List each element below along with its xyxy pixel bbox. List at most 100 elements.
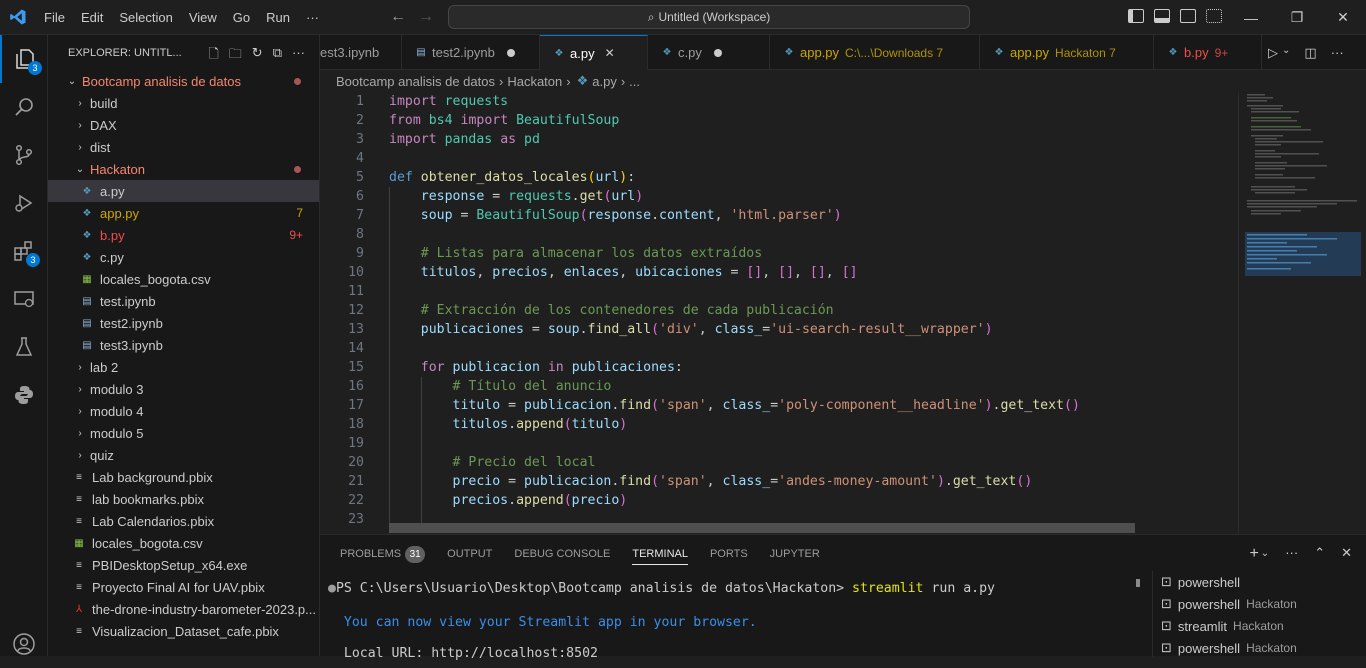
panel-tab-terminal[interactable]: TERMINAL	[632, 548, 688, 565]
tree-file[interactable]: ⅄ the-drone-industry-barometer-2023.p...	[48, 598, 319, 620]
tree-file[interactable]: ❖ app.py 7	[48, 202, 319, 224]
breadcrumb-item[interactable]: ...	[629, 74, 640, 89]
more-actions-icon[interactable]: ···	[1331, 45, 1344, 61]
terminal-instance[interactable]: ⊡ streamlit Hackaton	[1153, 615, 1366, 637]
new-folder-icon[interactable]: 🗀	[229, 45, 242, 67]
chevron-down-icon[interactable]: ⌄	[1261, 548, 1269, 563]
more-actions-icon[interactable]: ···	[1285, 545, 1298, 563]
split-editor-icon[interactable]: ◫	[1304, 45, 1316, 61]
tree-folder[interactable]: › quiz	[48, 444, 319, 466]
toggle-primary-sidebar-icon[interactable]	[1128, 9, 1144, 23]
line-number: 12	[348, 303, 364, 318]
horizontal-scrollbar[interactable]	[389, 523, 1135, 533]
close-window-icon[interactable]: ✕	[1320, 0, 1366, 35]
python-activity[interactable]	[0, 371, 48, 419]
search-activity[interactable]	[0, 83, 48, 131]
explorer-activity[interactable]: 3	[0, 35, 48, 83]
menu-item[interactable]: File	[36, 0, 73, 35]
editor-tab[interactable]: ❖ b.py 9+	[1154, 35, 1262, 70]
refresh-icon[interactable]: ↻	[252, 45, 263, 67]
toggle-panel-icon[interactable]	[1154, 9, 1170, 23]
tree-file[interactable]: ≡ Visualizacion_Dataset_cafe.pbix	[48, 620, 319, 642]
breadcrumb-item[interactable]: Hackaton	[507, 74, 562, 89]
customize-layout-icon[interactable]	[1206, 9, 1222, 23]
menu-item[interactable]: ···	[298, 0, 327, 35]
workspace-root[interactable]: ⌄ Bootcamp analisis de datos	[48, 70, 319, 92]
source-control-activity[interactable]	[0, 131, 48, 179]
tree-file[interactable]: ▤ test.ipynb	[48, 290, 319, 312]
back-arrow-icon[interactable]: ←	[390, 8, 406, 26]
tree-file[interactable]: ≡ Lab background.pbix	[48, 466, 319, 488]
panel-tab-problems[interactable]: PROBLEMS 31	[340, 545, 426, 563]
terminal-instance[interactable]: ⊡ powershell	[1153, 571, 1366, 593]
testing-activity[interactable]	[0, 323, 48, 371]
tree-file[interactable]: ❖ a.py	[48, 180, 319, 202]
tree-file[interactable]: ≡ Proyecto Final AI for UAV.pbix	[48, 576, 319, 598]
breadcrumb-item[interactable]: Bootcamp analisis de datos	[336, 74, 495, 89]
panel-tab-output[interactable]: OUTPUT	[447, 548, 492, 560]
tree-file[interactable]: ▤ test2.ipynb	[48, 312, 319, 334]
accounts-activity[interactable]	[0, 620, 48, 668]
collapse-all-icon[interactable]: ⧉	[273, 45, 282, 67]
python-file-icon: ❖	[576, 73, 589, 88]
close-panel-icon[interactable]: ✕	[1341, 545, 1352, 563]
new-terminal-icon[interactable]: +	[1249, 545, 1258, 563]
editor-tab[interactable]: ❖ app.py C:\...\Downloads 7	[770, 35, 980, 70]
tree-file[interactable]: ❖ c.py	[48, 246, 319, 268]
toggle-secondary-sidebar-icon[interactable]	[1180, 9, 1196, 23]
tree-folder[interactable]: ⌄ Hackaton	[48, 158, 319, 180]
maximize-panel-icon[interactable]: ⌃	[1314, 545, 1325, 563]
line-number: 23	[348, 512, 364, 527]
tree-file[interactable]: ≡ PBIDesktopSetup_x64.exe	[48, 554, 319, 576]
chevron-down-icon[interactable]: ⌄	[1282, 45, 1290, 61]
menu-item[interactable]: Run	[258, 0, 298, 35]
breadcrumb-item[interactable]: a.py	[592, 74, 617, 89]
line-number: 7	[356, 208, 364, 223]
line-number: 5	[356, 170, 364, 185]
menu-item[interactable]: View	[181, 0, 225, 35]
editor-tab[interactable]: ❖ c.py	[648, 35, 770, 70]
code-editor[interactable]: 1 import requests 2 from bs4 import Beauti…	[320, 92, 1238, 533]
run-debug-activity[interactable]	[0, 179, 48, 227]
command-center[interactable]: ⌕ Untitled (Workspace)	[448, 5, 970, 29]
panel-tab-jupyter[interactable]: JUPYTER	[770, 548, 820, 560]
tree-file[interactable]: ❖ b.py 9+	[48, 224, 319, 246]
new-file-icon[interactable]: 🗋	[208, 45, 218, 67]
editor-tab[interactable]: ❖ app.py Hackaton 7	[980, 35, 1154, 70]
unsaved-dot[interactable]	[713, 48, 722, 57]
restore-icon[interactable]: ❐	[1274, 0, 1320, 35]
tree-file[interactable]: ▦ locales_bogota.csv	[48, 532, 319, 554]
editor-tab[interactable]: est3.ipynb	[320, 35, 402, 70]
tree-file[interactable]: ▦ locales_bogota.csv	[48, 268, 319, 290]
close-tab-icon[interactable]: ✕	[605, 46, 615, 60]
menu-item[interactable]: Go	[225, 0, 258, 35]
tree-folder[interactable]: › DAX	[48, 114, 319, 136]
terminal-scrollbar[interactable]	[1136, 579, 1140, 587]
run-icon[interactable]: ▷	[1268, 45, 1278, 61]
tree-folder[interactable]: › modulo 4	[48, 400, 319, 422]
tree-file[interactable]: ▤ test3.ipynb	[48, 334, 319, 356]
menu-item[interactable]: Edit	[73, 0, 111, 35]
tree-file[interactable]: ≡ Lab Calendarios.pbix	[48, 510, 319, 532]
unsaved-dot[interactable]	[506, 48, 515, 57]
minimize-icon[interactable]: —	[1228, 0, 1274, 35]
tree-folder[interactable]: › build	[48, 92, 319, 114]
tree-folder[interactable]: › dist	[48, 136, 319, 158]
panel-tab-debug-console[interactable]: DEBUG CONSOLE	[514, 548, 610, 560]
tree-folder[interactable]: › modulo 3	[48, 378, 319, 400]
tree-file[interactable]: ≡ lab bookmarks.pbix	[48, 488, 319, 510]
terminal-instance[interactable]: ⊡ powershell Hackaton	[1153, 593, 1366, 615]
tree-folder[interactable]: › lab 2	[48, 356, 319, 378]
panel-tab-ports[interactable]: PORTS	[710, 548, 748, 560]
more-actions-icon[interactable]: ···	[292, 45, 305, 67]
remote-explorer-activity[interactable]	[0, 275, 48, 323]
minimap[interactable]	[1238, 92, 1366, 533]
terminal-output[interactable]: ●PS C:\Users\Usuario\Desktop\Bootcamp an…	[328, 579, 1138, 661]
tree-folder[interactable]: › modulo 5	[48, 422, 319, 444]
modified-dot	[294, 165, 301, 173]
editor-tab[interactable]: ❖ a.py ✕	[540, 35, 648, 70]
editor-tab[interactable]: ▤ test2.ipynb	[402, 35, 540, 70]
forward-arrow-icon[interactable]: →	[418, 8, 434, 26]
extensions-activity[interactable]: 3	[0, 227, 48, 275]
menu-item[interactable]: Selection	[111, 0, 180, 35]
